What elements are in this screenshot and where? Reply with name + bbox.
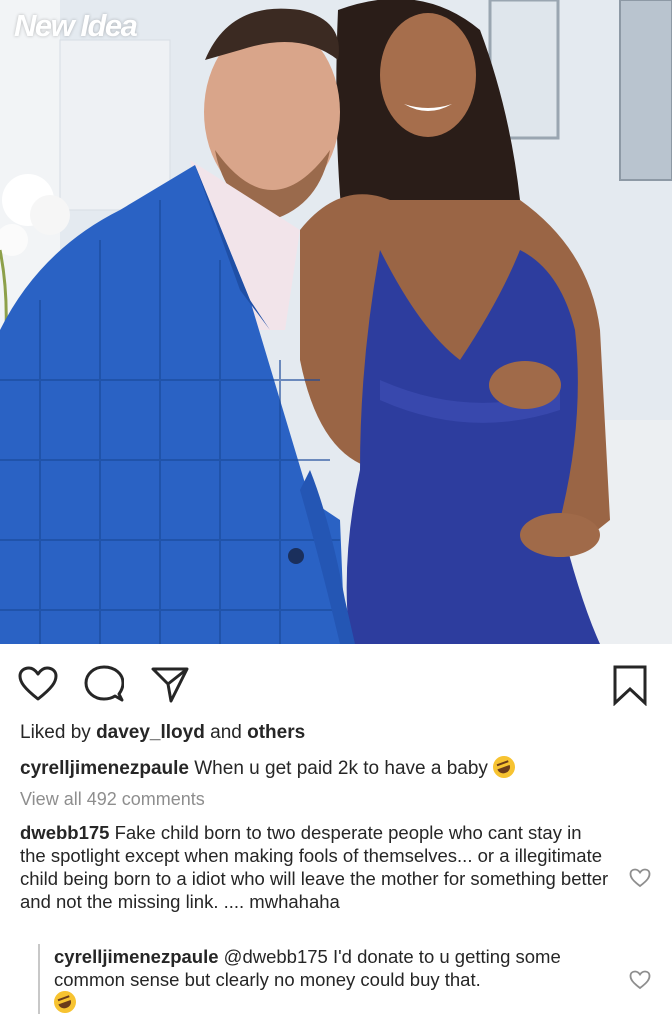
comment-bubble-icon[interactable]	[84, 665, 124, 703]
bookmark-icon[interactable]	[612, 664, 648, 706]
likes-prefix: Liked by	[20, 722, 91, 743]
comment-like-heart-icon[interactable]	[629, 868, 651, 888]
comment-username[interactable]: dwebb175	[20, 822, 109, 843]
post-action-bar	[0, 644, 672, 724]
comment-text: Fake child born to two desperate people …	[20, 822, 609, 912]
reply-item: cyrelljimenezpaule @dwebb175 I'd donate …	[50, 945, 614, 1017]
reply-thread-line	[38, 944, 40, 1014]
liked-by-user-link[interactable]: davey_lloyd	[96, 722, 205, 743]
post-caption: cyrelljimenezpaule When u get paid 2k to…	[20, 752, 650, 782]
heart-outline-icon[interactable]	[18, 666, 58, 702]
post-photo[interactable]: New Idea	[0, 0, 672, 644]
view-all-comments-link[interactable]: View all 492 comments	[20, 789, 205, 810]
photo-illustration	[0, 0, 672, 644]
caption-text: When u get paid 2k to have a baby	[194, 758, 488, 779]
paper-plane-icon[interactable]	[150, 666, 190, 704]
likes-others-link[interactable]: others	[247, 722, 305, 743]
comment-item: dwebb175 Fake child born to two desperat…	[20, 821, 610, 913]
caption-username[interactable]: cyrelljimenezpaule	[20, 758, 189, 779]
likes-joiner: and	[210, 722, 242, 743]
reply-username[interactable]: cyrelljimenezpaule	[54, 946, 219, 967]
reply-mention[interactable]: @dwebb175	[224, 946, 328, 967]
laughing-emoji-icon	[50, 987, 80, 1017]
watermark-logo: New Idea	[14, 8, 138, 43]
laughing-emoji-icon	[490, 752, 519, 782]
reply-like-heart-icon[interactable]	[629, 970, 651, 990]
likes-summary: Liked by davey_lloyd and others	[20, 722, 305, 744]
